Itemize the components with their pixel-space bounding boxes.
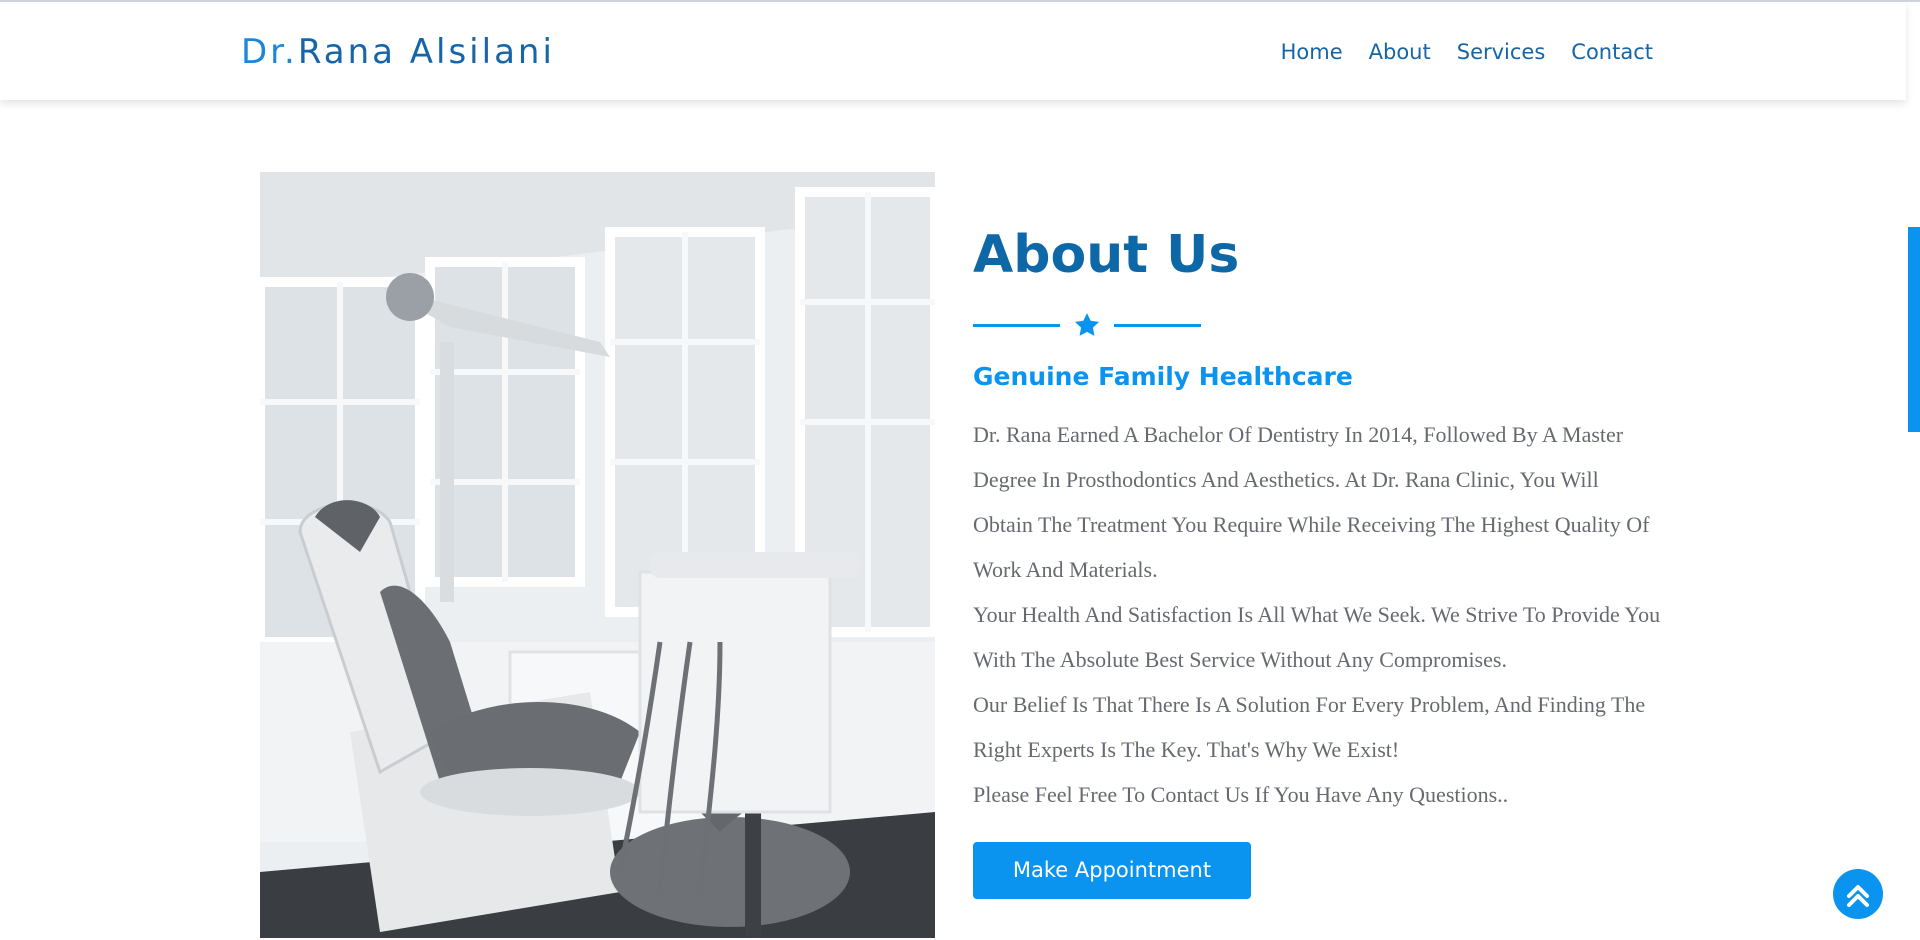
brand-logo[interactable]: Dr.Rana Alsilani — [241, 30, 555, 74]
divider-line-left — [973, 324, 1060, 327]
dental-clinic-illustration — [260, 172, 935, 938]
navbar: Dr.Rana Alsilani Home About Services Con… — [0, 2, 1906, 100]
scroll-to-top-button[interactable] — [1833, 869, 1883, 919]
divider-line-right — [1114, 324, 1201, 327]
double-chevron-up-icon — [1847, 885, 1869, 907]
about-paragraph-2: Your Health And Satisfaction Is All What… — [973, 602, 1661, 672]
top-border — [0, 0, 1920, 2]
about-paragraph-4: Please Feel Free To Contact Us If You Ha… — [973, 782, 1509, 807]
dental-chair-photo — [260, 172, 935, 938]
about-subtitle: Genuine Family Healthcare — [973, 362, 1353, 391]
about-title: About Us — [973, 225, 1240, 285]
brand-name: Rana Alsilani — [297, 32, 555, 72]
nav-contact[interactable]: Contact — [1571, 38, 1653, 66]
title-divider — [973, 310, 1201, 340]
star-icon — [1074, 313, 1100, 336]
make-appointment-button[interactable]: Make Appointment — [973, 842, 1251, 899]
main-nav: Home About Services Contact — [1281, 38, 1653, 66]
side-scroll-indicator — [1908, 227, 1920, 432]
about-paragraph-3: Our Belief Is That There Is A Solution F… — [973, 692, 1646, 762]
about-paragraph-1: Dr. Rana Earned A Bachelor Of Dentistry … — [973, 422, 1650, 582]
nav-about[interactable]: About — [1369, 38, 1431, 66]
brand-prefix: Dr. — [241, 32, 298, 72]
about-body: Dr. Rana Earned A Bachelor Of Dentistry … — [973, 412, 1663, 817]
nav-home[interactable]: Home — [1281, 38, 1343, 66]
nav-services[interactable]: Services — [1457, 38, 1546, 66]
